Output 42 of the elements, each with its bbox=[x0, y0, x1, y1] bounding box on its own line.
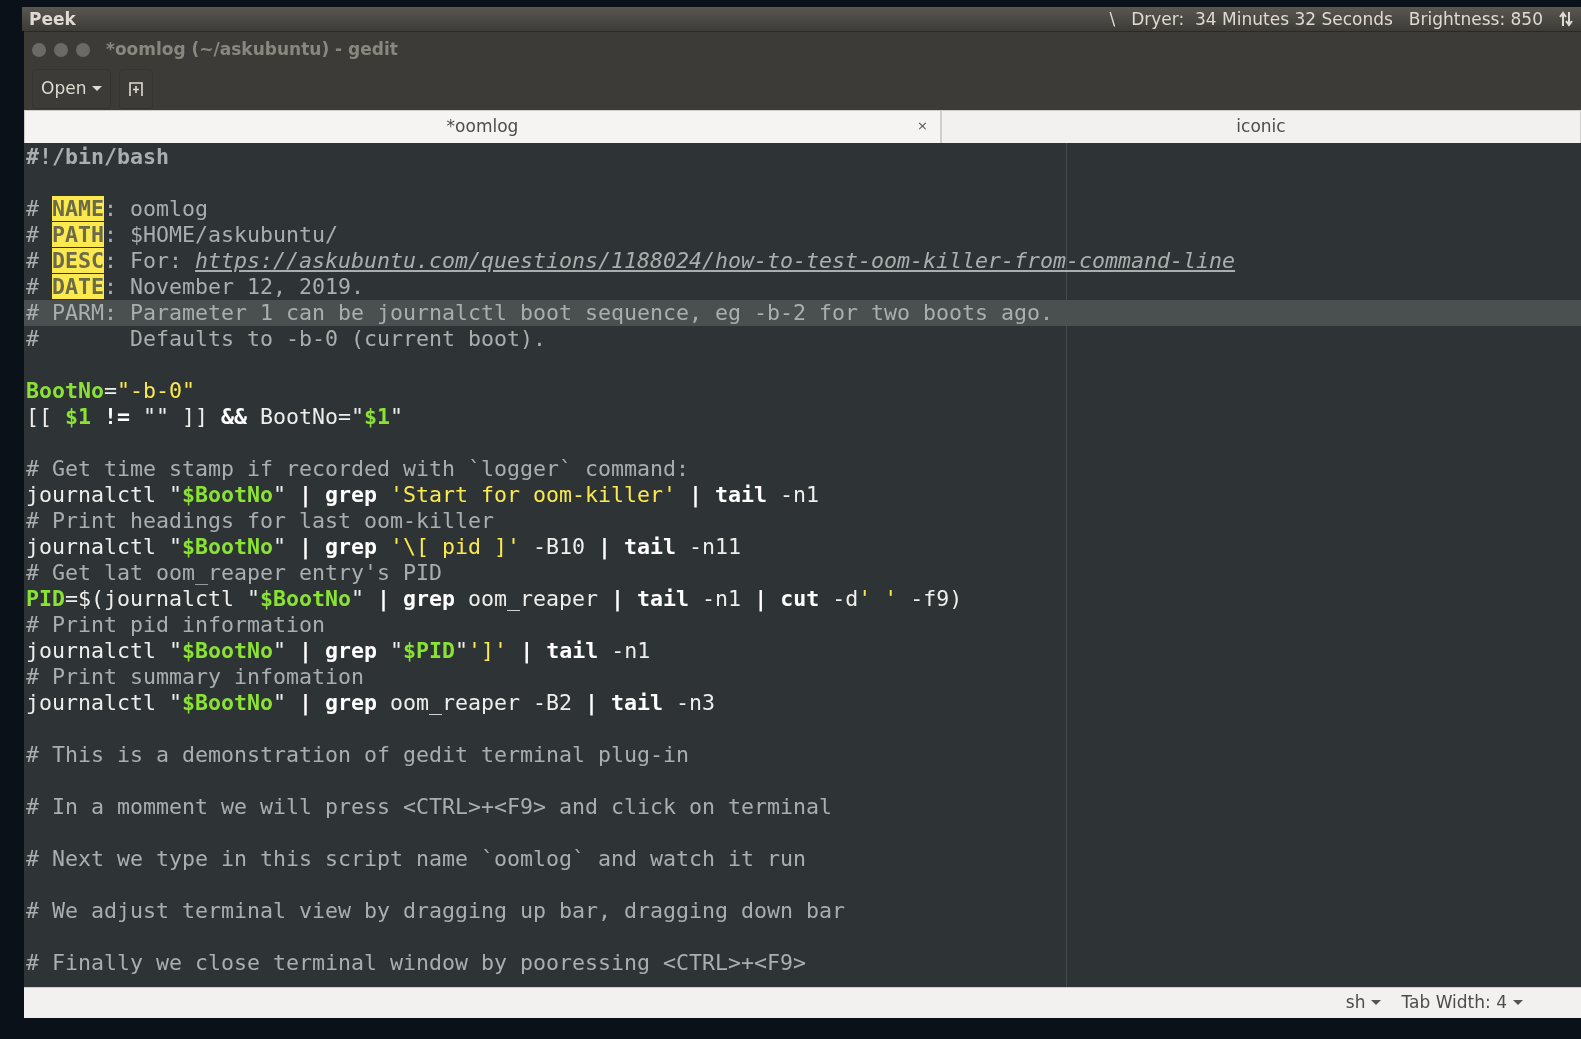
code-line: # Get lat oom_reaper entry's PID bbox=[25, 560, 444, 586]
indicator-text[interactable]: Brightness: 850 bbox=[1408, 7, 1543, 31]
code-line: # This is a demonstration of gedit terminal plug-in bbox=[25, 742, 691, 768]
code-line: # NAME: oomlog bbox=[25, 196, 210, 222]
code-editor[interactable] bbox=[24, 143, 1581, 987]
tab-width-dropdown[interactable]: Tab Width: 4 bbox=[1391, 990, 1533, 1016]
caret-icon bbox=[1371, 1000, 1382, 1006]
code-line: # PATH: $HOME/askubuntu/ bbox=[25, 222, 340, 248]
language-dropdown[interactable]: sh bbox=[1335, 990, 1392, 1016]
caret-icon bbox=[92, 85, 103, 92]
caret-icon bbox=[1513, 1000, 1523, 1006]
new-tab-button[interactable] bbox=[119, 68, 154, 109]
code-line: # DATE: November 12, 2019. bbox=[25, 274, 366, 300]
code-line: # We adjust terminal view by dragging up bar, dragging down bar bbox=[25, 898, 847, 924]
code-line: journalctl "$BootNo" | grep oom_reaper -B2 | tail -n3 bbox=[25, 690, 717, 716]
open-button[interactable]: Open bbox=[32, 68, 112, 109]
code-line: journalctl "$BootNo" | grep '\[ pid ]' -B10 | tail -n11 bbox=[25, 534, 743, 560]
arrows-icon[interactable] bbox=[1559, 11, 1573, 27]
code-line: # Next we type in this script name `oomlog` and watch it run bbox=[25, 846, 808, 872]
close-tab-button[interactable]: × bbox=[917, 116, 928, 136]
code-line: [[ $1 != "" ]] && BootNo="$1" bbox=[25, 404, 405, 430]
code-line: # In a momment we will press <CTRL>+<F9> and click on terminal bbox=[25, 794, 834, 820]
code-line: # Print summary infomation bbox=[25, 664, 365, 690]
code-line: # Print pid information bbox=[25, 612, 326, 638]
code-line: #!/bin/bash bbox=[25, 144, 170, 170]
code-line: BootNo="-b-0" bbox=[25, 378, 197, 404]
code-line: # Get time stamp if recorded with `logger` command: bbox=[25, 456, 691, 482]
indicator-text[interactable]: Dryer: 34 Minutes 32 Seconds bbox=[1131, 7, 1393, 31]
new-tab-icon bbox=[128, 80, 145, 97]
window-title: *oomlog (~/askubuntu) - gedit bbox=[106, 37, 398, 61]
code-line: journalctl "$BootNo" | grep 'Start for oom-killer' | tail -n1 bbox=[25, 482, 821, 508]
code-line: # Finally we close terminal window by pooressing <CTRL>+<F9> bbox=[25, 950, 808, 976]
code-line: PID=$(journalctl "$BootNo" | grep oom_reaper | tail -n1 | cut -d' ' -f9) bbox=[25, 586, 964, 612]
code-line: # Print headings for last oom-killer bbox=[25, 508, 496, 534]
code-line: # Defaults to -b-0 (current boot). bbox=[25, 326, 548, 352]
url-link[interactable]: https://askubuntu.com/questions/1188024/how-to-test-oom-killer-from-command-line bbox=[195, 248, 1236, 273]
tab[interactable]: *oomlog × bbox=[24, 110, 941, 143]
code-line: # DESC: For: https://askubuntu.com/questions/1188024/how-to-test-oom-killer-from-command-line bbox=[25, 248, 1237, 274]
indicator-text[interactable]: \ bbox=[1109, 7, 1116, 31]
tab[interactable]: iconic bbox=[941, 110, 1581, 143]
code-line: journalctl "$BootNo" | grep "$PID"']' | tail -n1 bbox=[25, 638, 652, 664]
app-name: Peek bbox=[29, 8, 76, 31]
